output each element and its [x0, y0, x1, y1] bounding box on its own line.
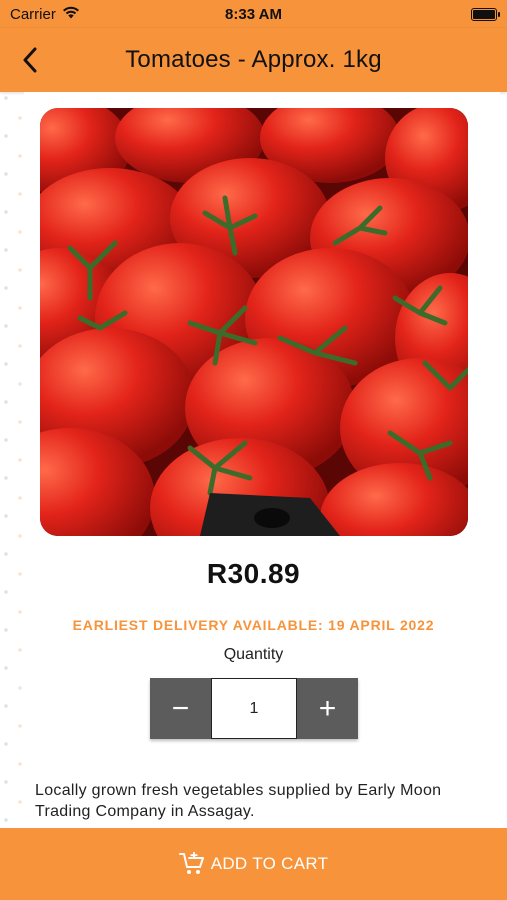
quantity-input[interactable]: 1 [211, 678, 297, 739]
quantity-stepper: − 1 + [150, 678, 358, 739]
status-time: 8:33 AM [225, 5, 282, 23]
status-bar: Carrier 8:33 AM [0, 0, 507, 28]
navigation-bar: Tomatoes - Approx. 1kg [0, 28, 507, 92]
back-button[interactable] [14, 42, 46, 78]
quantity-label: Quantity [223, 646, 284, 663]
increment-button[interactable]: + [297, 678, 358, 739]
product-description: Locally grown fresh vegetables supplied … [35, 782, 442, 820]
add-to-cart-label: ADD TO CART [210, 854, 329, 873]
add-to-cart-button[interactable]: ADD TO CART [0, 828, 507, 900]
wifi-icon [62, 6, 80, 23]
page-title: Tomatoes - Approx. 1kg [125, 46, 382, 73]
cart-add-icon [178, 852, 204, 874]
status-left: Carrier [10, 6, 80, 23]
delivery-date-notice: EARLIEST DELIVERY AVAILABLE: 19 APRIL 20… [72, 617, 435, 633]
carrier-label: Carrier [10, 5, 56, 23]
product-image [40, 108, 468, 536]
decrement-button[interactable]: − [150, 678, 211, 739]
chevron-left-icon [23, 47, 37, 73]
product-price: R30.89 [206, 558, 301, 589]
battery-icon [471, 7, 500, 21]
